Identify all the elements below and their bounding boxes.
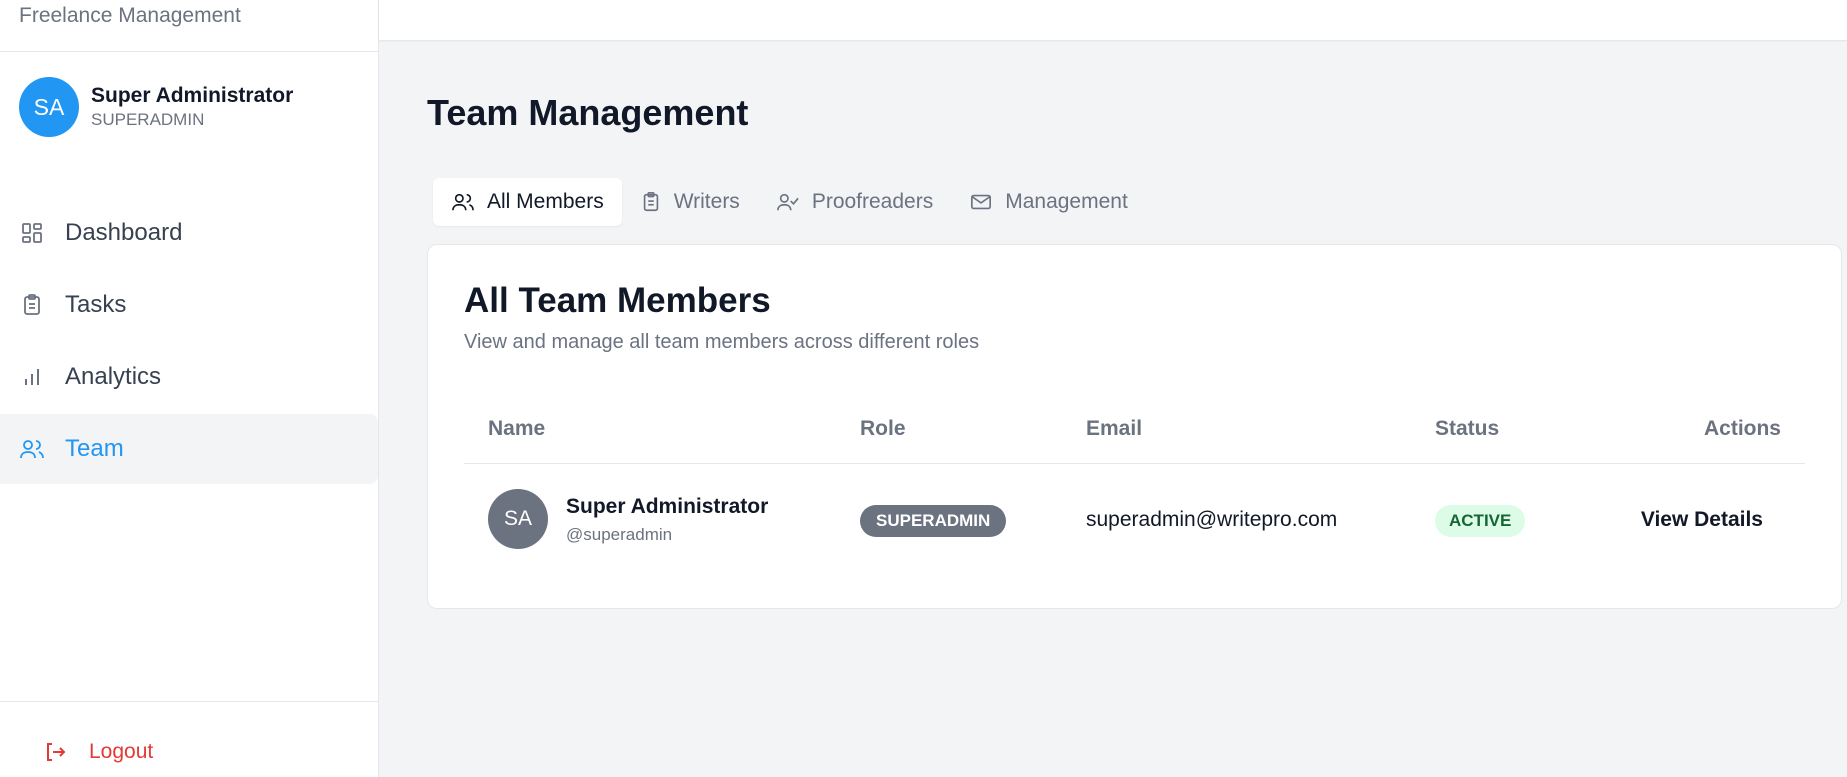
top-bar [379, 0, 1847, 40]
view-details-button[interactable]: View Details [1641, 508, 1763, 532]
logout-button[interactable]: Logout [43, 740, 153, 764]
column-header-role: Role [860, 417, 906, 440]
card-title: All Team Members [464, 281, 771, 320]
member-email: superadmin@writepro.com [1086, 508, 1338, 531]
tab-bar: All Members Writers Proofreaders Managem… [433, 178, 1146, 226]
column-header-name: Name [488, 417, 546, 440]
tab-label: Management [1005, 190, 1128, 213]
tab-label: Writers [673, 190, 740, 213]
status-badge: ACTIVE [1435, 505, 1526, 537]
mail-icon [969, 191, 993, 213]
column-header-actions: Actions [1703, 417, 1781, 440]
tab-proofreaders[interactable]: Proofreaders [758, 178, 951, 226]
tab-management[interactable]: Management [951, 178, 1146, 226]
sidebar-nav: Dashboard Tasks Analytics Team [0, 198, 378, 486]
dashboard-icon [19, 220, 45, 246]
tab-writers[interactable]: Writers [622, 178, 758, 226]
clipboard-icon [640, 191, 662, 213]
user-role: SUPERADMIN [91, 110, 205, 129]
logout-label: Logout [89, 740, 154, 763]
card-subtitle: View and manage all team members across … [464, 331, 980, 353]
sidebar-item-label: Dashboard [65, 219, 183, 246]
tab-label: All Members [487, 190, 604, 213]
column-header-email: Email [1086, 417, 1143, 440]
avatar: SA [19, 77, 79, 137]
sidebar-item-tasks[interactable]: Tasks [0, 270, 378, 340]
users-icon [451, 191, 475, 213]
user-check-icon [776, 191, 800, 213]
page-title: Team Management [427, 92, 749, 133]
users-icon [19, 436, 45, 462]
brand-title: Freelance Management [0, 0, 378, 52]
tab-label: Proofreaders [811, 190, 934, 213]
user-profile: SA Super Administrator SUPERADMIN [19, 77, 293, 137]
divider [464, 463, 1805, 464]
team-members-card: All Team Members View and manage all tea… [427, 244, 1842, 609]
sidebar: Freelance Management SA Super Administra… [0, 0, 379, 777]
avatar: SA [488, 489, 548, 549]
role-badge: SUPERADMIN [860, 505, 1007, 537]
divider [0, 701, 378, 702]
member-username: @superadmin [566, 525, 673, 544]
sidebar-item-label: Analytics [65, 363, 162, 390]
sidebar-item-label: Tasks [65, 291, 127, 318]
member-name: Super Administrator [566, 495, 769, 518]
sidebar-item-dashboard[interactable]: Dashboard [0, 198, 378, 268]
logout-icon [43, 740, 67, 764]
bar-chart-icon [19, 364, 45, 390]
user-name: Super Administrator [91, 84, 294, 107]
column-header-status: Status [1435, 417, 1500, 440]
sidebar-item-analytics[interactable]: Analytics [0, 342, 378, 412]
sidebar-item-label: Team [65, 435, 124, 462]
clipboard-icon [19, 292, 45, 318]
tab-all-members[interactable]: All Members [433, 178, 622, 226]
sidebar-item-team[interactable]: Team [0, 414, 378, 484]
